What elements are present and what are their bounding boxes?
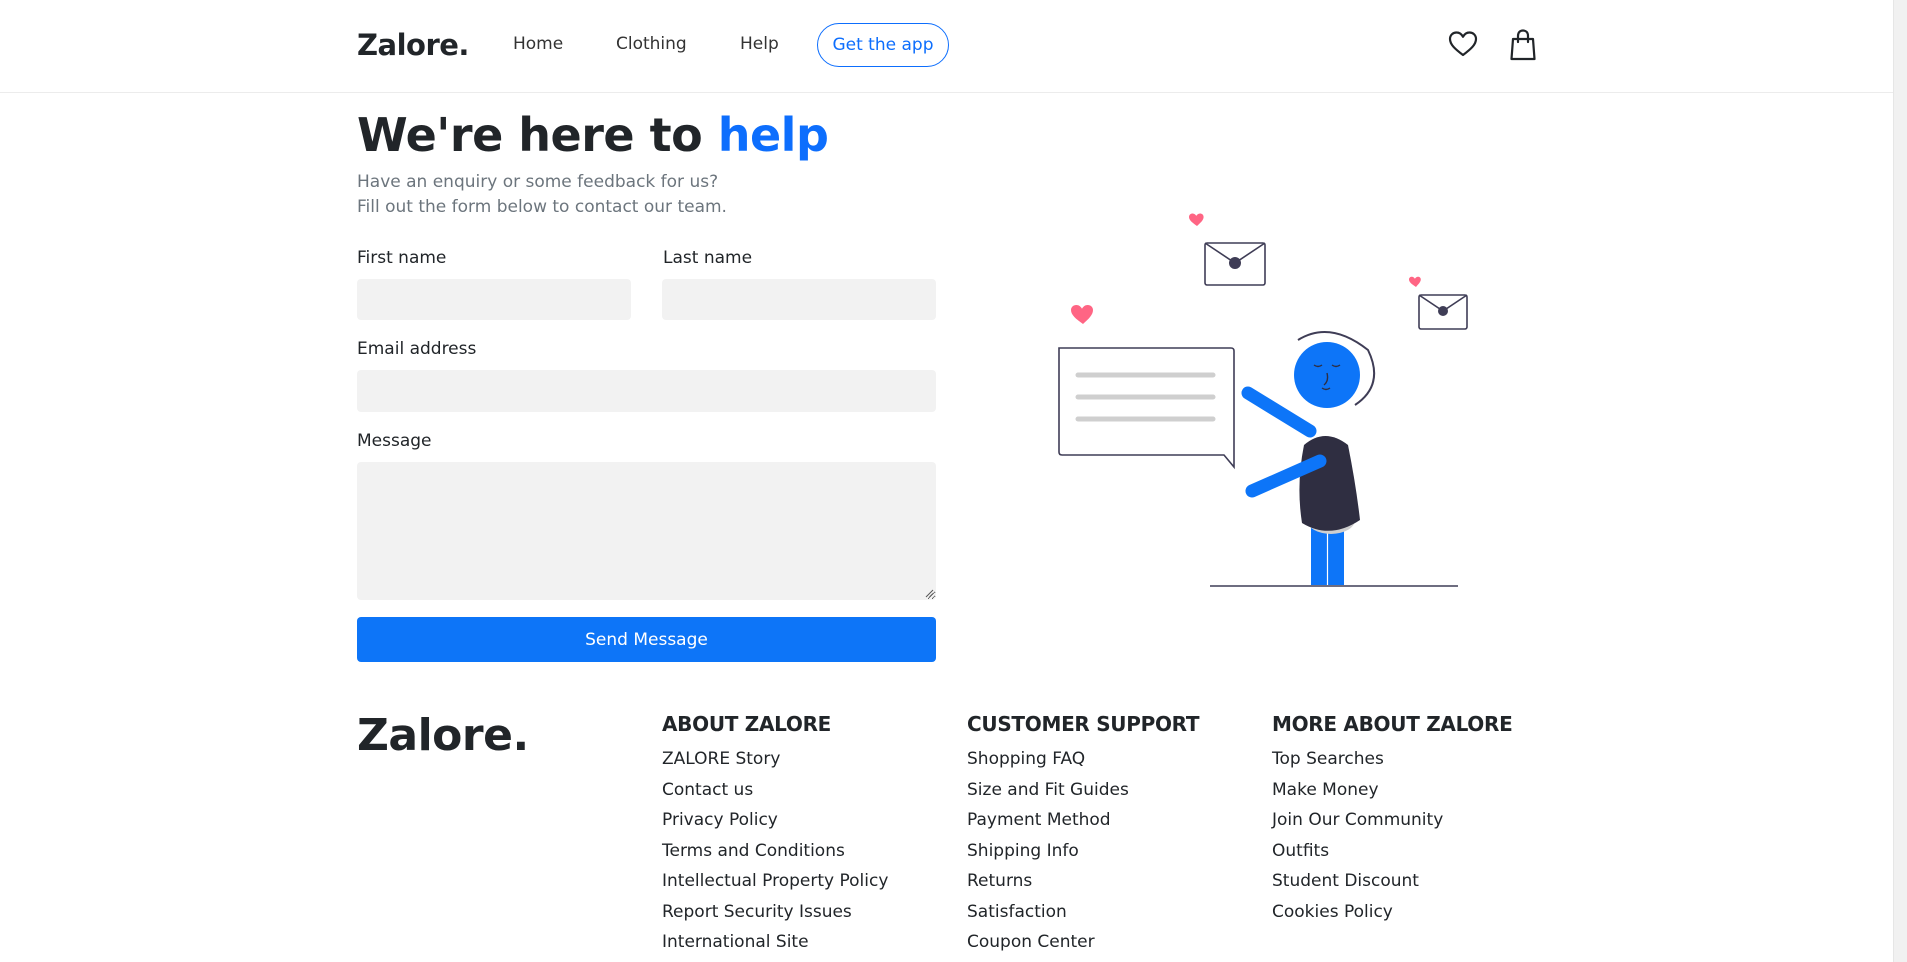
get-the-app-button[interactable]: Get the app [817, 23, 949, 67]
heart-icon[interactable] [1447, 28, 1479, 62]
footer-brand-logo[interactable]: Zalore. [357, 710, 529, 761]
footer-link[interactable]: Contact us [662, 775, 888, 806]
footer-link[interactable]: Coupon Center [967, 927, 1199, 958]
last-name-input[interactable] [662, 279, 936, 320]
envelope-icon [1418, 294, 1468, 330]
footer-link[interactable]: International Site [662, 927, 888, 958]
first-name-label: First name [357, 248, 447, 268]
title-accent: help [717, 108, 829, 162]
last-name-label: Last name [663, 248, 753, 268]
navbar: Zalore. Home Clothing Help Get the app [0, 0, 1893, 93]
chat-bubble-icon [1058, 347, 1235, 470]
shopping-bag-icon[interactable] [1507, 28, 1539, 62]
footer-column-about: ABOUT ZALORE ZALORE Story Contact us Pri… [662, 712, 888, 958]
person-figure [1241, 331, 1376, 585]
footer-column-title: ABOUT ZALORE [662, 712, 832, 736]
subtitle-line-2: Fill out the form below to contact our t… [357, 197, 727, 217]
footer-link[interactable]: Join Our Community [1272, 805, 1512, 836]
footer-link[interactable]: Shopping FAQ [967, 744, 1199, 775]
nav-link-help[interactable]: Help [740, 34, 779, 54]
message-label: Message [357, 431, 432, 451]
nav-link-clothing[interactable]: Clothing [616, 34, 687, 54]
footer-link[interactable]: Satisfaction [967, 897, 1199, 928]
footer-link[interactable]: Size and Fit Guides [967, 775, 1199, 806]
footer-link[interactable]: Report Security Issues [662, 897, 888, 928]
heart-decoration-icon [1409, 276, 1421, 287]
footer-link[interactable]: Make Money [1272, 775, 1512, 806]
footer-link[interactable]: Cookies Policy [1272, 897, 1512, 928]
email-label: Email address [357, 339, 477, 359]
footer-link[interactable]: Student Discount [1272, 866, 1512, 897]
heart-decoration-icon [1189, 213, 1204, 226]
footer-link[interactable]: Top Searches [1272, 744, 1512, 775]
footer-link[interactable]: ZALORE Story [662, 744, 888, 775]
footer-link[interactable]: Outfits [1272, 836, 1512, 867]
message-textarea[interactable] [357, 462, 936, 600]
footer-link[interactable]: Terms and Conditions [662, 836, 888, 867]
footer-link[interactable]: Payment Method [967, 805, 1199, 836]
email-input[interactable] [357, 370, 936, 412]
first-name-input[interactable] [357, 279, 631, 320]
brand-logo[interactable]: Zalore. [357, 28, 469, 62]
heart-decoration-icon [1071, 305, 1093, 324]
envelope-icon [1204, 242, 1266, 286]
footer-link[interactable]: Returns [967, 866, 1199, 897]
send-message-button[interactable]: Send Message [357, 617, 936, 662]
footer-column-title: CUSTOMER SUPPORT [967, 712, 1200, 736]
footer-link[interactable]: Intellectual Property Policy [662, 866, 888, 897]
footer-link[interactable]: Shipping Info [967, 836, 1199, 867]
footer-link[interactable]: Privacy Policy [662, 805, 888, 836]
title-prefix: We're here to [357, 108, 718, 162]
footer-column-more: MORE ABOUT ZALORE Top Searches Make Mone… [1272, 712, 1513, 928]
footer-column-title: MORE ABOUT ZALORE [1272, 712, 1513, 736]
resize-grip-icon[interactable] [924, 588, 934, 598]
page-title: We're here to help [357, 108, 829, 162]
contact-illustration [1030, 205, 1480, 595]
footer-column-support: CUSTOMER SUPPORT Shopping FAQ Size and F… [967, 712, 1200, 958]
page-scrollbar[interactable] [1893, 0, 1907, 962]
nav-link-home[interactable]: Home [513, 34, 563, 54]
subtitle-line-1: Have an enquiry or some feedback for us? [357, 172, 719, 192]
